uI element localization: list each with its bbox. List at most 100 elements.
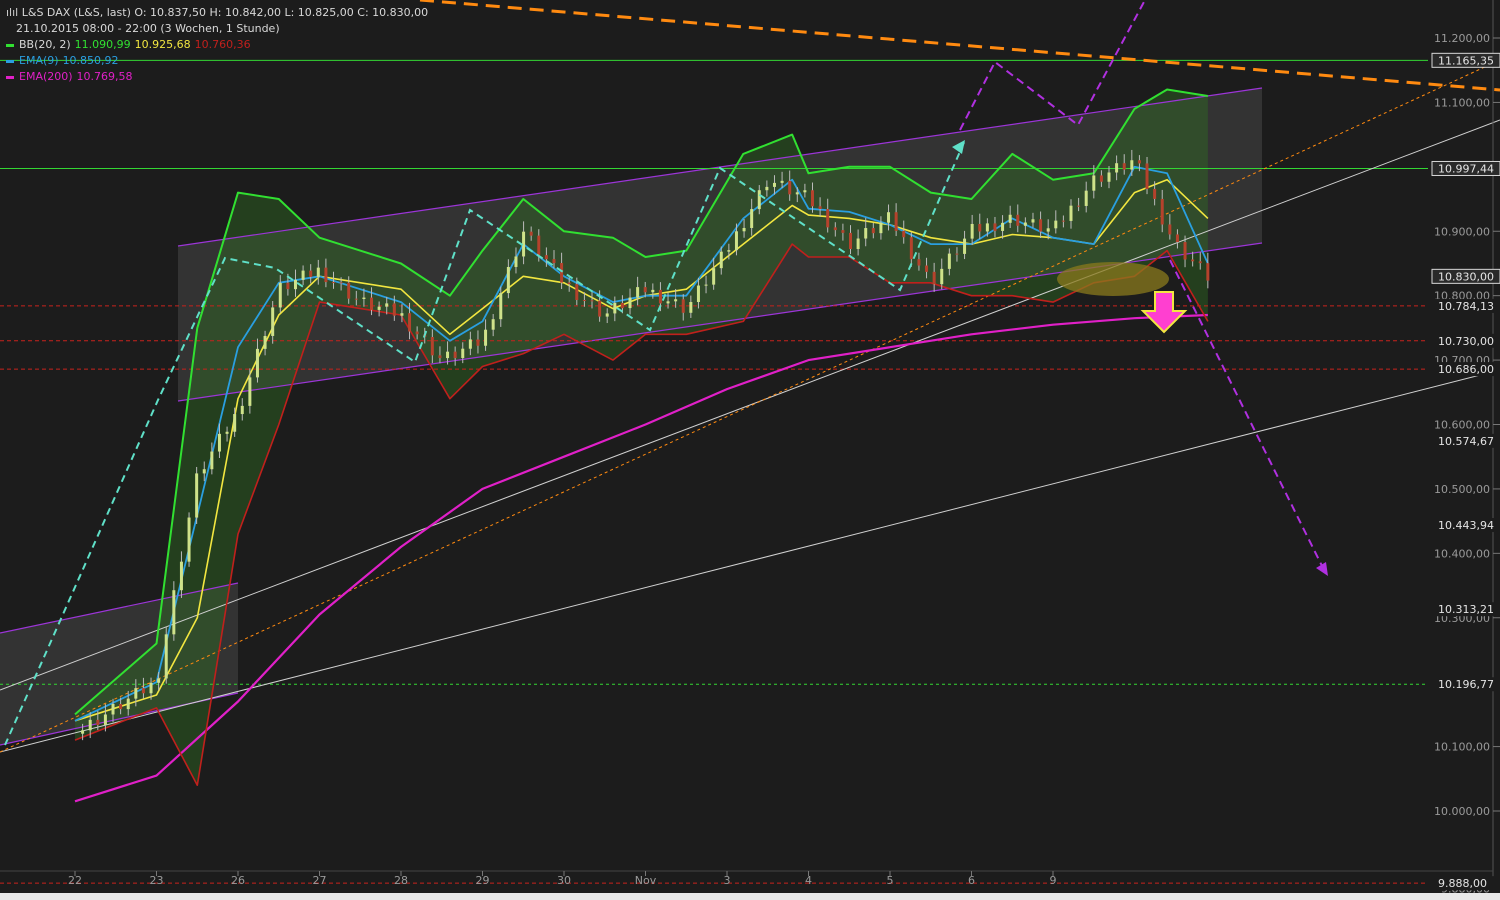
legend-ema9[interactable]: EMA(9) 10.850,92 xyxy=(6,53,428,69)
candle-body xyxy=(453,351,457,358)
candle-body xyxy=(179,561,183,591)
candle-body xyxy=(1039,219,1043,232)
candle-body xyxy=(1077,205,1081,207)
price-tag-7: 10.443,94 xyxy=(1432,518,1500,533)
candle-body xyxy=(772,182,776,187)
candle-body xyxy=(225,431,229,434)
candle-body xyxy=(734,231,738,251)
candle-body xyxy=(871,228,875,234)
price-tag-label: 10.997,44 xyxy=(1438,162,1494,175)
x-tick-label: 6 xyxy=(968,874,975,887)
ema9-swatch-icon xyxy=(6,59,14,63)
candle-body xyxy=(1130,160,1134,170)
candle-body xyxy=(354,298,358,300)
candle-body xyxy=(377,306,381,310)
ema200-value: 10.769,58 xyxy=(76,70,133,83)
x-tick-label: 30 xyxy=(557,874,571,887)
candle-body xyxy=(856,238,860,250)
price-tag-10: 9.888,00 xyxy=(1432,876,1500,891)
candle-body xyxy=(1115,163,1119,173)
candle-body xyxy=(681,299,685,313)
candle-body xyxy=(841,230,845,233)
price-tag-label: 11.165,35 xyxy=(1438,54,1494,67)
y-tick-label: 10.500,00 xyxy=(1434,483,1490,496)
candle-body xyxy=(240,405,244,415)
candle-body xyxy=(514,256,518,267)
candle-body xyxy=(88,719,92,731)
candle-body xyxy=(362,297,366,299)
candle-body xyxy=(476,339,480,346)
candle-body xyxy=(810,190,814,207)
candle-body xyxy=(864,228,868,239)
candle-body xyxy=(750,209,754,228)
candle-body xyxy=(598,300,602,317)
candle-body xyxy=(704,284,708,286)
bb-swatch-icon xyxy=(6,43,14,47)
candle-body xyxy=(1001,222,1005,231)
candle-body xyxy=(894,212,898,231)
candle-body xyxy=(119,703,123,710)
candle-body xyxy=(96,719,100,725)
candle-body xyxy=(172,590,176,635)
x-tick-label: 4 xyxy=(805,874,812,887)
candle-body xyxy=(248,377,252,406)
price-tag-label: 10.730,00 xyxy=(1438,335,1494,348)
candle-body xyxy=(157,678,161,683)
price-tag-label: 9.888,00 xyxy=(1438,877,1487,890)
price-tag-label: 10.830,00 xyxy=(1438,270,1494,283)
y-tick-label: 10.000,00 xyxy=(1434,805,1490,818)
candle-body xyxy=(658,289,662,304)
candle-body xyxy=(1092,175,1096,191)
y-tick-label: 10.600,00 xyxy=(1434,419,1490,432)
candle-body xyxy=(187,517,191,562)
candle-body xyxy=(643,287,647,293)
ohlc-values: O: 10.837,50 H: 10.842,00 L: 10.825,00 C… xyxy=(134,6,429,19)
candle-body xyxy=(1206,263,1210,281)
legend-bb[interactable]: BB(20, 2) 11.090,99 10.925,68 10.760,36 xyxy=(6,37,428,53)
price-chart[interactable]: 11.200,0011.100,0010.997,0010.900,0010.8… xyxy=(0,0,1500,900)
price-tag-9: 10.196,77 xyxy=(1432,677,1500,692)
price-tag-label: 10.196,77 xyxy=(1438,678,1494,691)
price-tag-3: 10.784,13 xyxy=(1432,298,1500,313)
scrollbar-track xyxy=(0,893,1500,900)
candle-body xyxy=(909,237,913,260)
candle-body xyxy=(499,293,503,320)
candle-body xyxy=(902,230,906,238)
candle-body xyxy=(1183,242,1187,260)
candle-body xyxy=(126,698,130,710)
candle-body xyxy=(818,206,822,210)
candle-body xyxy=(400,313,404,316)
candle-body xyxy=(620,302,624,309)
candle-body xyxy=(712,268,716,285)
candle-body xyxy=(788,180,792,195)
candle-body xyxy=(385,303,389,307)
candle-body xyxy=(917,259,921,266)
ema9-value: 10.850,92 xyxy=(62,54,119,67)
chart-window: 11.200,0011.100,0010.997,0010.900,0010.8… xyxy=(0,0,1500,900)
candle-body xyxy=(1168,224,1172,235)
candle-body xyxy=(1069,205,1073,221)
candle-body xyxy=(1107,172,1111,182)
candle-body xyxy=(575,284,579,300)
candle-body xyxy=(765,186,769,191)
ema200-label: EMA(200) xyxy=(19,70,73,83)
candle-body xyxy=(1160,198,1164,225)
candle-body xyxy=(164,634,168,679)
candle-body xyxy=(506,266,510,294)
candle-body xyxy=(255,348,259,378)
candle-body xyxy=(332,282,336,284)
candle-body xyxy=(415,331,419,335)
price-tag-8: 10.313,21 xyxy=(1432,602,1500,617)
candle-body xyxy=(233,414,237,432)
candle-body xyxy=(309,270,313,277)
price-tag-label: 10.574,67 xyxy=(1438,435,1494,448)
candle-body xyxy=(134,688,138,699)
candle-body xyxy=(666,301,670,304)
candle-body xyxy=(719,251,723,269)
y-tick-label: 11.100,00 xyxy=(1434,96,1490,109)
candle-body xyxy=(408,313,412,332)
candle-body xyxy=(605,313,609,317)
legend-ema200[interactable]: EMA(200) 10.769,58 xyxy=(6,69,428,85)
candle xyxy=(195,466,199,524)
candle-body xyxy=(636,287,640,298)
